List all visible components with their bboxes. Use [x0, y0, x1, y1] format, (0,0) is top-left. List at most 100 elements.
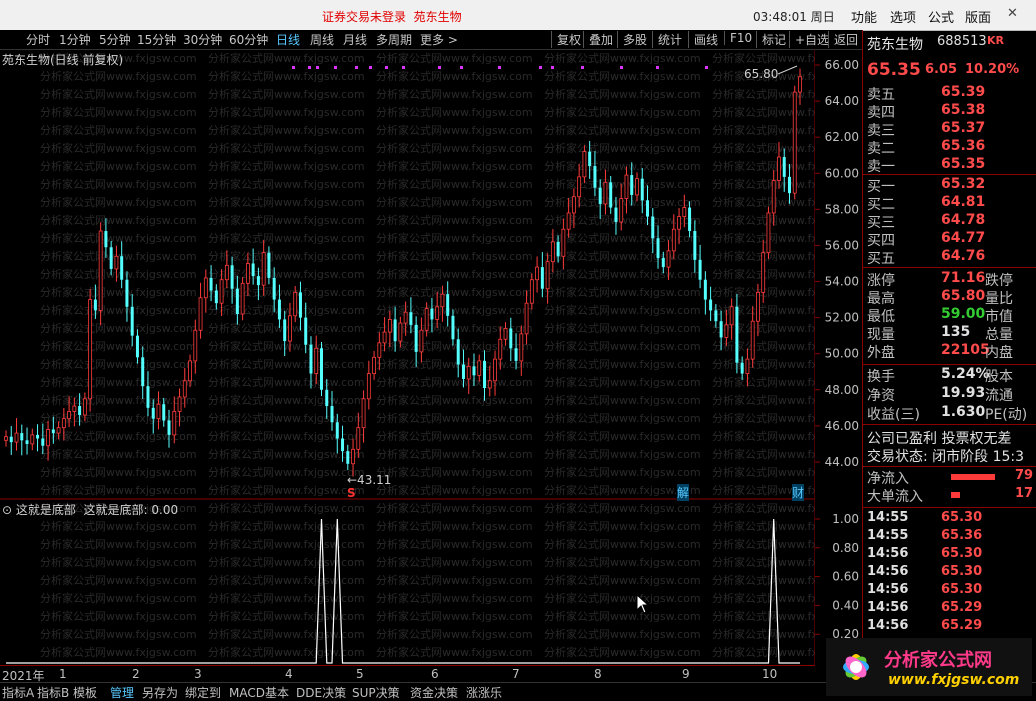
watermark-text: 分析家公式网www.fxjgsw.com [40, 555, 197, 569]
watermark-text: 分析家公式网www.fxjgsw.com [40, 177, 197, 191]
period-1min[interactable]: 1分钟 [59, 31, 91, 48]
bottom-tab[interactable]: 指标B [37, 684, 69, 701]
date-tick: 9 [682, 667, 690, 681]
tool-multistock[interactable]: 多股 [617, 31, 647, 48]
bottom-tab[interactable]: 另存为 [142, 684, 178, 701]
bottom-tab[interactable]: 资金决策 [410, 684, 458, 701]
menu-options[interactable]: 选项 [890, 7, 916, 26]
tool-draw[interactable]: 画线 [688, 31, 718, 48]
bid-row-label: 买三 [867, 215, 895, 231]
bottom-tab[interactable]: 管理 [110, 684, 134, 701]
period-30min[interactable]: 30分钟 [183, 31, 222, 48]
candle-body [256, 276, 260, 286]
close-icon[interactable]: ✕ [1007, 6, 1018, 21]
indicator-y-tick-label: 0.20 [832, 627, 859, 641]
watermark-text: 分析家公式网www.fxjgsw.com [544, 609, 701, 623]
candle-body [109, 247, 113, 269]
signal-dot [620, 66, 623, 69]
watermark-text: 分析家公式网www.fxjgsw.com [544, 501, 701, 515]
period-fenshi[interactable]: 分时 [26, 31, 50, 48]
candle-body [382, 331, 387, 344]
candle-body [477, 360, 482, 376]
watermark-text: 分析家公式网www.fxjgsw.com [208, 141, 365, 155]
net-inflow-bar [951, 474, 995, 480]
candle-body [351, 448, 355, 465]
stat-row-label: 外盘 [867, 345, 895, 361]
bottom-tab[interactable]: SUP决策 [352, 684, 400, 701]
s-marker[interactable]: S [347, 486, 356, 500]
login-notice[interactable]: 证券交易未登录 苑东生物 [322, 8, 462, 25]
watermark-text: 分析家公式网www.fxjgsw.com [544, 105, 701, 119]
tool-fuquan[interactable]: 复权 [551, 31, 581, 48]
candle-body [198, 297, 203, 331]
tick-row: 14:56 65.30 [867, 564, 1035, 582]
menu-function[interactable]: 功能 [851, 7, 877, 26]
watermark-text: 分析家公式网www.fxjgsw.com [376, 303, 533, 317]
watermark-text: 分析家公式网www.fxjgsw.com [208, 321, 365, 335]
period-5min[interactable]: 5分钟 [99, 31, 131, 48]
watermark-text: 分析家公式网www.fxjgsw.com [712, 411, 815, 425]
candle-body [777, 156, 781, 181]
period-weekly[interactable]: 周线 [310, 31, 334, 48]
candle-body [582, 151, 587, 178]
bottom-tab[interactable]: 涨涨乐 [466, 684, 502, 701]
jie-marker[interactable]: 解 [677, 484, 690, 501]
bottom-tab[interactable]: DDE决策 [296, 684, 346, 701]
candle-body [756, 291, 760, 322]
candle-body [598, 187, 602, 204]
watermark-text: 分析家公式网www.fxjgsw.com [208, 645, 365, 659]
watermark-text: 分析家公式网www.fxjgsw.com [208, 231, 365, 245]
watermark-text: 分析家公式网www.fxjgsw.com [40, 465, 197, 479]
price-row: 65.35 6.05 10.20% [867, 60, 1035, 82]
tool-add-watch[interactable]: +自选 [789, 31, 829, 48]
y-tick-label: 60.00 [825, 166, 859, 180]
period-60min[interactable]: 60分钟 [229, 31, 268, 48]
kr-badge: KR [987, 34, 1004, 47]
stat-row-label2: 跌停 [985, 273, 1013, 289]
signal-dot [438, 66, 441, 69]
candle-body [398, 322, 403, 342]
period-more[interactable]: 更多 > [420, 31, 458, 48]
tool-f10[interactable]: F10 [724, 31, 752, 45]
candle-body [424, 308, 429, 331]
candle-body [461, 364, 465, 379]
watermark-text: 分析家公式网www.fxjgsw.com [544, 645, 701, 659]
bottom-tab[interactable]: 绑定到 [185, 684, 221, 701]
candle-body [304, 317, 308, 345]
menu-layout[interactable]: 版面 [965, 7, 991, 26]
candle-body [409, 312, 413, 325]
tool-overlay[interactable]: 叠加 [583, 31, 613, 48]
bottom-tab[interactable]: 模板 [73, 684, 97, 701]
main-chart-title: 苑东生物(日线 前复权) [2, 53, 124, 67]
tick-row: 14:56 65.29 [867, 600, 1035, 618]
logo-text: 分析家公式网 [884, 650, 992, 671]
cai-marker[interactable]: 财 [792, 484, 805, 501]
tick-price: 65.30 [941, 546, 983, 561]
candlestick-chart[interactable]: 分析家公式网www.fxjgsw.com 分析家公式网www.fxjgsw.com… [0, 50, 815, 501]
period-multi[interactable]: 多周期 [376, 31, 412, 48]
candle-body [30, 434, 35, 445]
indicator-y-tick-label: 0.60 [832, 570, 859, 584]
tool-back[interactable]: 返回 [828, 31, 858, 48]
bottom-tab[interactable]: MACD基本 [229, 684, 289, 701]
watermark-text: 分析家公式网www.fxjgsw.com [208, 555, 365, 569]
menu-formula[interactable]: 公式 [928, 7, 954, 26]
tool-mark[interactable]: 标记 [756, 31, 786, 48]
candle-body [577, 176, 582, 198]
watermark-text: 分析家公式网www.fxjgsw.com [544, 357, 701, 371]
watermark-text: 分析家公式网www.fxjgsw.com [544, 429, 701, 443]
period-15min[interactable]: 15分钟 [137, 31, 176, 48]
period-monthly[interactable]: 月线 [343, 31, 367, 48]
candle-body [319, 348, 323, 390]
watermark-text: 分析家公式网www.fxjgsw.com [544, 87, 701, 101]
watermark-text: 分析家公式网www.fxjgsw.com [544, 177, 701, 191]
bid-row-label: 买五 [867, 251, 895, 267]
candle-body [25, 440, 29, 444]
period-daily[interactable]: 日线 [276, 31, 300, 48]
watermark-text: 分析家公式网www.fxjgsw.com [376, 249, 533, 263]
watermark-text: 分析家公式网www.fxjgsw.com [712, 51, 815, 65]
candle-body [498, 338, 503, 360]
bottom-tab[interactable]: 指标A [2, 684, 34, 701]
tool-stats[interactable]: 统计 [652, 31, 682, 48]
indicator-chart[interactable]: 分析家公式网www.fxjgsw.com 分析家公式网www.fxjgsw.com… [0, 500, 815, 665]
